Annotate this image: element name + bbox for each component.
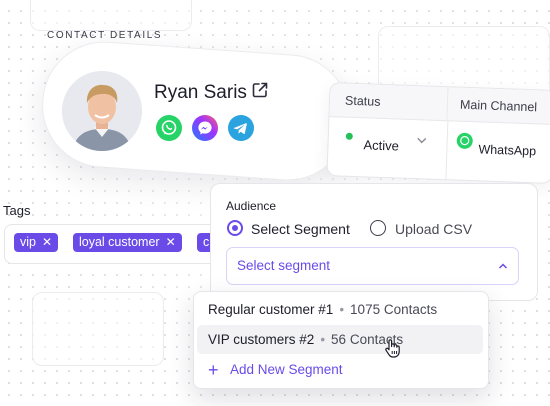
select-segment-label[interactable]: Select Segment: [251, 221, 350, 237]
segment-name: VIP customers #2: [208, 332, 315, 347]
segment-option[interactable]: VIP customers #2 • 56 Contacts: [208, 332, 403, 347]
tags-label: Tags: [3, 203, 31, 218]
contact-name: Ryan Saris: [154, 82, 247, 103]
add-new-segment-label: Add New Segment: [230, 362, 343, 377]
telegram-icon[interactable]: [228, 115, 254, 141]
select-segment-radio[interactable]: [227, 220, 243, 236]
contact-table: Status Main Channel Active WhatsApp: [326, 82, 550, 184]
whatsapp-icon: [456, 132, 474, 150]
plus-icon: +: [208, 360, 219, 380]
segment-count: 1075 Contacts: [350, 302, 438, 317]
status-value: Active: [363, 137, 400, 154]
close-icon[interactable]: ✕: [42, 233, 52, 252]
active-status-dot: [345, 132, 353, 140]
tag-chip: vip ✕: [14, 233, 59, 252]
upload-csv-radio[interactable]: [370, 220, 386, 236]
main-channel-value: WhatsApp: [478, 142, 537, 159]
whatsapp-icon[interactable]: [156, 115, 182, 141]
segment-select-placeholder: Select segment: [237, 258, 331, 273]
column-divider: [445, 121, 449, 180]
add-new-segment-button[interactable]: + Add New Segment: [208, 360, 343, 380]
audience-title: Audience: [226, 199, 277, 213]
tag-label: vip: [20, 235, 36, 249]
chevron-down-icon[interactable]: [417, 136, 427, 144]
close-icon[interactable]: ✕: [166, 233, 176, 252]
main-channel-column-header: Main Channel: [447, 87, 550, 125]
background-card: [32, 292, 164, 366]
avatar: [62, 71, 142, 151]
chevron-up-icon[interactable]: [497, 260, 509, 272]
tag-chip: loyal customer ✕: [73, 233, 182, 252]
external-link-icon[interactable]: [251, 81, 269, 99]
segment-name: Regular customer #1: [208, 302, 334, 317]
background-card: [30, 0, 192, 31]
contact-details-label: CONTACT DETAILS: [47, 30, 163, 41]
segment-option[interactable]: Regular customer #1 • 1075 Contacts: [208, 302, 437, 317]
hand-cursor-icon: [385, 339, 400, 358]
messenger-icon[interactable]: [192, 115, 218, 141]
upload-csv-label[interactable]: Upload CSV: [395, 221, 472, 237]
tag-label: c: [203, 235, 210, 249]
tag-label: loyal customer: [79, 235, 160, 249]
status-column-header: Status: [329, 83, 449, 122]
